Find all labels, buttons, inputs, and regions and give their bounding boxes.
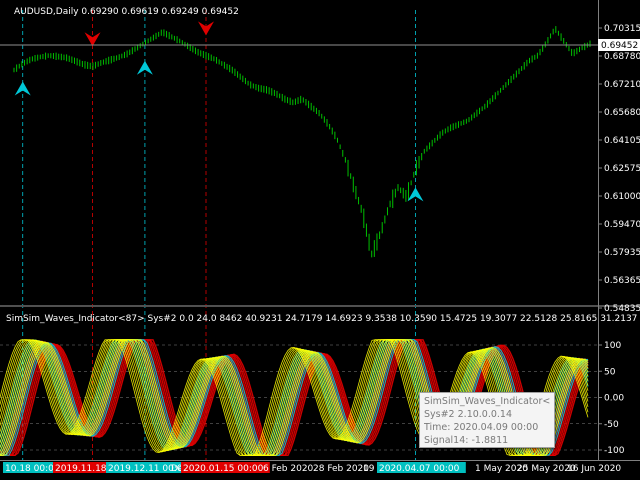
price-axis-label: 0.70315 <box>604 24 640 34</box>
price-axis-label: 0.59470 <box>604 220 640 230</box>
indicator-axis-label: 50 <box>604 367 616 377</box>
symbol-header: AUDUSD,Daily 0.69290 0.69619 0.69249 0.6… <box>14 7 239 17</box>
indicator-axis-label: -100 <box>604 446 625 456</box>
time-axis-label: 16 Jun 2020 <box>567 464 621 474</box>
current-price-label: 0.69452 <box>601 41 638 51</box>
buy-arrow-icon <box>136 60 153 75</box>
indicator-axis-label: 0.00 <box>604 394 624 404</box>
price-axis-label: 0.61000 <box>604 192 640 202</box>
indicator-axis-label: -50 <box>604 420 619 430</box>
price-axis-label: 0.56365 <box>604 276 640 286</box>
current-price-tag: 0.69452 <box>598 39 640 51</box>
indicator-tooltip: SimSim_Waves_Indicator<87> Sys#2 2.10.0.… <box>419 392 555 448</box>
price-axis-label: 0.65680 <box>604 108 640 118</box>
price-axis-label: 0.67210 <box>604 80 640 90</box>
tooltip-signal: Signal14: -1.8811 <box>424 435 509 446</box>
price-axis: 0.70315 0.68780 0.67210 0.65680 0.64105 0.625… <box>598 24 640 314</box>
price-axis-label: 0.54835 <box>604 304 640 314</box>
time-axis-label: 6 Feb 2020 <box>263 464 314 474</box>
indicator-axis-label: 100 <box>604 341 621 351</box>
sell-arrow-icon <box>198 21 214 36</box>
buy-arrow-icon <box>14 81 31 96</box>
time-axis-label: 2020.04.07 00:00 <box>379 464 460 474</box>
price-candles[interactable] <box>13 26 591 258</box>
tooltip-system: Sys#2 2.10.0.0.14 <box>424 409 513 420</box>
tooltip-indicator-name: SimSim_Waves_Indicator<87> <box>424 396 550 407</box>
panel-separator[interactable] <box>0 305 640 307</box>
price-axis-label: 0.57935 <box>604 248 640 258</box>
price-axis-label: 0.64105 <box>604 136 640 146</box>
time-axis-label: 2020.01.15 00:00 <box>183 464 264 474</box>
indicator-header: SimSim_Waves_Indicator<87> Sys#2 0.0 24.… <box>6 314 640 324</box>
price-axis-label: 0.68780 <box>604 52 640 62</box>
price-axis-border <box>598 0 599 460</box>
indicator-axis: 100 50 0.00 -50 -100 <box>598 341 625 456</box>
price-axis-label: 0.62575 <box>604 164 640 174</box>
tooltip-time: Time: 2020.04.09 00:00 <box>424 422 539 433</box>
signal-arrows <box>14 21 424 202</box>
time-axis-label: 10.18 00:00 <box>5 464 60 474</box>
time-axis: 10.18 00:002019.11.18 00:002019.12.11 00… <box>3 462 621 474</box>
time-axis-border <box>0 460 640 461</box>
time-axis-label: 28 Feb 2020 <box>313 464 369 474</box>
